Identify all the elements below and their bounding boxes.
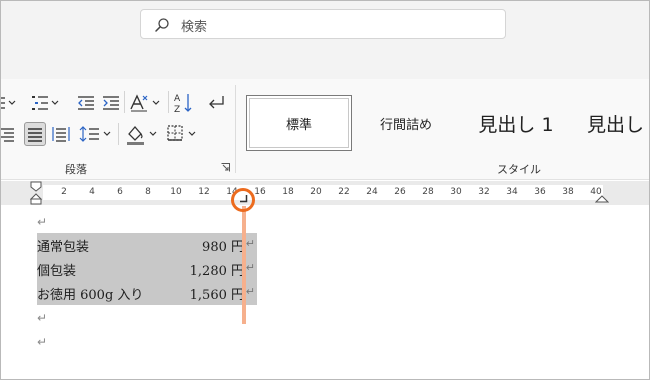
indent-markers-icon[interactable]	[30, 181, 42, 205]
item-name: お徳用 600g 入り	[37, 288, 144, 303]
ruler-number: 8	[145, 187, 151, 197]
multilevel-list-button[interactable]	[31, 93, 61, 113]
ruler-number: 4	[89, 187, 95, 197]
borders-icon	[167, 125, 196, 141]
ruler-number: 28	[422, 187, 434, 197]
paragraph-mark: ↵	[245, 237, 255, 250]
ruler-number: 34	[506, 187, 518, 197]
ruler-number: 6	[117, 187, 123, 197]
style-heading-1[interactable]: 見出し 1	[461, 95, 571, 151]
bullets-icon	[1, 97, 16, 109]
ruler-number: 32	[478, 187, 490, 197]
ribbon-separator	[168, 91, 169, 113]
ribbon-separator	[118, 123, 119, 145]
ribbon-separator	[124, 91, 125, 113]
distributed-icon	[52, 127, 70, 142]
right-tab-stop-icon[interactable]	[240, 195, 248, 203]
shading-button[interactable]	[126, 123, 160, 145]
search-placeholder: 検索	[181, 20, 208, 35]
line-spacing-button[interactable]	[79, 124, 113, 144]
ruler-number: 38	[562, 187, 574, 197]
ruler-number: 18	[282, 187, 294, 197]
group-separator	[235, 85, 236, 173]
paragraph-mark: ↵	[245, 261, 255, 274]
ruler-number: 20	[310, 187, 322, 197]
styles-group-label: スタイル	[497, 163, 541, 176]
paragraph-mark: ↵	[37, 311, 48, 325]
formatting-marks-icon	[209, 96, 224, 109]
asian-layout-icon	[130, 94, 160, 112]
show-formatting-button[interactable]	[204, 92, 226, 114]
ruler-number: 10	[170, 187, 182, 197]
ruler-number: 12	[198, 187, 210, 197]
paragraph-mark: ↵	[37, 215, 48, 229]
ruler-number: 36	[534, 187, 546, 197]
ruler-number: 22	[338, 187, 350, 197]
increase-indent-button[interactable]	[102, 93, 120, 113]
item-name: 通常包装	[37, 240, 90, 255]
paragraph-mark: ↵	[245, 285, 255, 298]
decrease-indent-icon	[78, 96, 94, 110]
paragraph-mark: ↵	[37, 335, 48, 349]
word-window: 検索 A Z 段落 標準 行間詰め 見出し 1 見出し スタイル 2 4 6 8…	[0, 0, 650, 380]
item-price: 980 円	[202, 240, 244, 255]
style-normal[interactable]: 標準	[246, 95, 352, 151]
paint-bucket-icon	[127, 126, 157, 145]
distributed-button[interactable]	[52, 124, 70, 144]
paragraph-group-label: 段落	[65, 163, 87, 176]
style-heading-1-label: 見出し 1	[478, 113, 554, 136]
dialog-launcher-icon[interactable]	[221, 163, 230, 172]
align-right-icon	[1, 128, 14, 142]
multilevel-list-icon	[32, 96, 59, 110]
ruler-number: 24	[366, 187, 378, 197]
justify-button[interactable]	[24, 122, 46, 146]
svg-text:A: A	[174, 94, 181, 104]
increase-indent-icon	[103, 96, 119, 110]
style-no-spacing[interactable]: 行間詰め	[359, 95, 453, 151]
svg-text:Z: Z	[174, 105, 180, 115]
style-no-spacing-label: 行間詰め	[379, 117, 432, 133]
sort-icon: A Z	[174, 94, 192, 115]
bullets-button[interactable]	[1, 93, 19, 113]
ruler-number: 26	[394, 187, 406, 197]
ribbon: A Z 段落 標準 行間詰め 見出し 1 見出し スタイル	[1, 79, 649, 180]
borders-button[interactable]	[166, 123, 200, 145]
ruler-number: 40	[590, 187, 602, 197]
title-bar: 検索	[1, 1, 649, 79]
search-icon	[155, 18, 169, 32]
line-spacing-icon	[79, 126, 111, 142]
ruler-number: 2	[61, 187, 67, 197]
style-normal-label: 標準	[285, 117, 312, 133]
style-heading-2[interactable]: 見出し	[577, 95, 649, 151]
tab-position-guide	[242, 206, 246, 324]
item-name: 個包装	[37, 264, 77, 279]
search-box[interactable]: 検索	[140, 9, 506, 39]
item-price: 1,560 円	[189, 288, 244, 303]
justify-icon	[28, 128, 42, 142]
asian-layout-button[interactable]	[129, 93, 163, 113]
item-price: 1,280 円	[189, 264, 244, 279]
table-row[interactable]: 通常包装 980 円 ↵	[37, 233, 257, 257]
style-heading-2-label: 見出し	[587, 113, 645, 136]
decrease-indent-button[interactable]	[77, 93, 95, 113]
table-row[interactable]: 個包装 1,280 円 ↵	[37, 257, 257, 281]
sort-button[interactable]: A Z	[173, 91, 195, 115]
table-row[interactable]: お徳用 600g 入り 1,560 円 ↵	[37, 281, 257, 305]
align-right-button[interactable]	[1, 124, 15, 144]
ruler-number: 30	[450, 187, 462, 197]
